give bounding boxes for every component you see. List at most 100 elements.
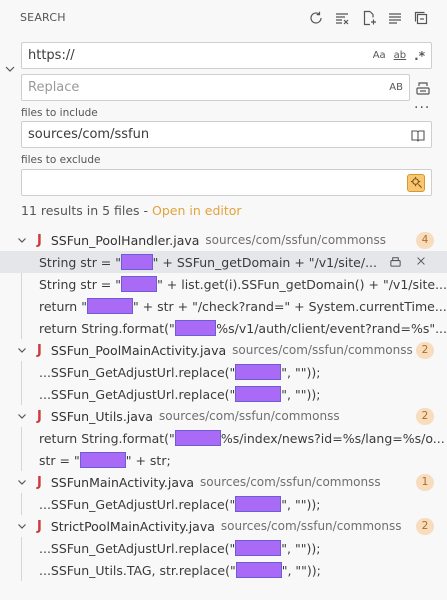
match-line[interactable]: return " " + str + "/check?rand=" + Syste… <box>0 295 447 317</box>
match-line[interactable]: String str = " " + SSFun_getDomain + "/v1… <box>0 251 447 273</box>
view-as-list-icon[interactable] <box>386 9 404 27</box>
match-prefix: String str = " <box>39 276 122 292</box>
match-suffix: %s/index/news?id=%s/lang=%s/o... <box>220 430 445 446</box>
toggle-replace-chevron-icon[interactable] <box>3 62 17 76</box>
result-file-row[interactable]: J StrictPoolMainActivity.java sources/com/… <box>0 515 447 537</box>
match-line[interactable]: ...SSFun_GetAdjustUrl.replace(" ", "")); <box>0 383 447 405</box>
match-prefix: str = " <box>39 452 80 468</box>
result-file-path: sources/com/ssfun/commonss <box>205 233 386 247</box>
match-line[interactable]: String str = " " + list.get(i).SSFun_getD… <box>0 273 447 295</box>
result-file-path: sources/com/ssfun/commonss <box>220 519 402 533</box>
result-file-path: sources/com/ssfun/commonss <box>232 343 413 357</box>
match-line[interactable]: ...SSFun_GetAdjustUrl.replace(" ", "")); <box>0 493 447 515</box>
match-line[interactable]: ...SSFun_Utils.TAG, str.replace(" ", ""))… <box>0 559 447 581</box>
match-line[interactable]: ...SSFun_GetAdjustUrl.replace(" ", "")); <box>0 361 447 383</box>
files-to-exclude-input[interactable] <box>21 169 432 196</box>
match-highlight <box>235 364 282 380</box>
refresh-icon[interactable] <box>307 9 325 27</box>
match-highlight <box>174 430 221 446</box>
files-to-include-value: sources/com/ssfun <box>28 127 150 142</box>
preserve-case-toggle[interactable]: AB <box>389 82 403 93</box>
use-regex-toggle[interactable]: .* <box>414 49 425 63</box>
result-file-name: StrictPoolMainActivity.java <box>50 518 215 534</box>
results-summary: 11 results in 5 files - Open in editor <box>21 203 242 218</box>
result-file-name: SSFunMainActivity.java <box>50 474 195 490</box>
chevron-down-icon[interactable] <box>16 410 28 422</box>
java-file-icon: J <box>37 342 42 358</box>
match-prefix: ...SSFun_GetAdjustUrl.replace(" <box>39 364 236 380</box>
files-to-include-label: files to include <box>21 107 98 119</box>
chevron-down-icon[interactable] <box>16 234 28 246</box>
java-file-icon: J <box>37 232 42 248</box>
match-prefix: ...SSFun_Utils.TAG, str.replace(" <box>39 562 236 578</box>
match-suffix: " + list.get(i).SSFun_getDomain() + "/v1… <box>157 276 447 292</box>
use-exclude-settings-icon[interactable] <box>407 173 425 192</box>
match-suffix: ", "")); <box>281 540 321 556</box>
match-whole-word-toggle[interactable]: ab <box>394 50 406 61</box>
match-suffix: ", "")); <box>281 364 321 380</box>
result-count-badge: 2 <box>416 407 434 425</box>
replace-icon[interactable] <box>388 254 402 268</box>
collapse-all-icon[interactable] <box>412 9 430 27</box>
match-highlight <box>235 386 282 402</box>
match-prefix: ...SSFun_GetAdjustUrl.replace(" <box>39 386 236 402</box>
dismiss-icon[interactable] <box>414 254 428 268</box>
match-suffix: " + SSFun_getDomain + "/v1/site/... <box>152 254 377 270</box>
match-highlight <box>86 298 133 314</box>
match-highlight <box>235 540 282 556</box>
match-line[interactable]: ...SSFun_GetAdjustUrl.replace(" ", "")); <box>0 537 447 559</box>
files-to-exclude-label: files to exclude <box>21 154 101 166</box>
match-suffix: " + str; <box>125 452 171 468</box>
java-file-icon: J <box>37 408 42 424</box>
match-prefix: ...SSFun_GetAdjustUrl.replace(" <box>39 496 236 512</box>
result-count-badge: 4 <box>416 231 434 249</box>
result-file-row[interactable]: J SSFun_PoolMainActivity.java sources/com/… <box>0 339 447 361</box>
match-highlight <box>79 452 126 468</box>
chevron-down-icon[interactable] <box>16 476 28 488</box>
result-count-badge: 1 <box>416 473 434 491</box>
result-file-row[interactable]: J SSFunMainActivity.java sources/com/ssfun… <box>0 471 447 493</box>
panel-title: SEARCH <box>20 11 66 24</box>
replace-all-icon[interactable] <box>414 79 432 97</box>
match-prefix: String str = " <box>39 254 122 270</box>
match-highlight <box>121 276 158 292</box>
open-editors-only-icon[interactable] <box>411 128 425 142</box>
more-options-icon[interactable]: ··· <box>414 100 430 116</box>
results-count-text: 11 results in 5 files - <box>21 203 153 218</box>
new-search-editor-icon[interactable] <box>360 9 378 27</box>
clear-results-icon[interactable] <box>333 9 351 27</box>
match-line[interactable]: str = " " + str; <box>0 449 447 471</box>
search-input-value: https:// <box>28 48 75 63</box>
open-in-editor-link[interactable]: Open in editor <box>152 203 242 218</box>
result-file-name: SSFun_PoolMainActivity.java <box>50 342 227 358</box>
match-suffix: %s/v1/auth/client/event?rand=%s"... <box>216 320 447 336</box>
result-file-path: sources/com/ssfun/commonss <box>159 409 340 423</box>
search-input[interactable]: https:// Aa ab .* <box>21 42 432 69</box>
match-highlight <box>235 496 282 512</box>
result-count-badge: 2 <box>416 341 434 359</box>
match-highlight <box>121 254 153 270</box>
result-file-name: SSFun_PoolHandler.java <box>50 232 200 248</box>
match-highlight <box>174 320 217 336</box>
match-prefix: ...SSFun_GetAdjustUrl.replace(" <box>39 540 236 556</box>
match-prefix: return " <box>39 298 87 314</box>
match-suffix: ", "")); <box>281 562 321 578</box>
match-suffix: ", "")); <box>281 386 321 402</box>
match-suffix: ", "")); <box>281 496 321 512</box>
match-suffix: " + str + "/check?rand=" + System.curren… <box>132 298 447 314</box>
result-file-row[interactable]: J SSFun_Utils.java sources/com/ssfun/commo… <box>0 405 447 427</box>
match-row-actions <box>388 254 428 268</box>
files-to-include-input[interactable]: sources/com/ssfun <box>21 121 432 148</box>
match-line[interactable]: return String.format(" %s/index/news?id=%… <box>0 427 447 449</box>
chevron-down-icon[interactable] <box>16 520 28 532</box>
chevron-down-icon[interactable] <box>16 344 28 356</box>
java-file-icon: J <box>37 518 42 534</box>
result-file-row[interactable]: J SSFun_PoolHandler.java sources/com/ssfun… <box>0 229 447 251</box>
match-line[interactable]: return String.format(" %s/v1/auth/client/… <box>0 317 447 339</box>
result-file-name: SSFun_Utils.java <box>50 408 153 424</box>
replace-input[interactable]: Replace AB <box>21 74 410 101</box>
match-prefix: return String.format(" <box>39 320 175 336</box>
result-count-badge: 2 <box>416 517 434 535</box>
match-case-toggle[interactable]: Aa <box>373 50 386 61</box>
match-prefix: return String.format(" <box>39 430 175 446</box>
